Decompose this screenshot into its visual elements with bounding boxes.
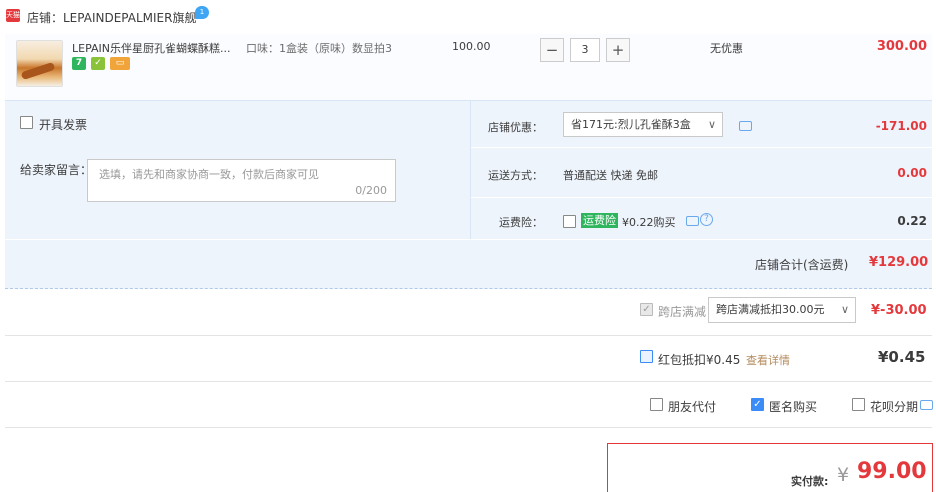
shipping-label: 运送方式： [488, 169, 543, 182]
message-label: 给卖家留言： [20, 163, 93, 177]
friend-pay-checkbox[interactable] [650, 398, 663, 411]
red-packet-label: 红包抵扣¥0.45 [658, 353, 741, 367]
insurance-checkbox[interactable] [563, 215, 576, 228]
divider [5, 427, 932, 428]
cross-store-checkbox[interactable]: ✓ [640, 303, 653, 316]
comment-icon[interactable] [920, 400, 933, 410]
shop-discount-value: 省171元:烈儿孔雀酥3盒 [571, 118, 691, 131]
shop-header: 天猫 店铺：LEPAINDEPALMIER旗舰 1 [0, 0, 936, 34]
red-packet-value: ¥0.45 [878, 348, 926, 366]
shop-discount-select[interactable]: 省171元:烈儿孔雀酥3盒 ∨ [563, 112, 723, 137]
huabei-checkbox[interactable] [852, 398, 865, 411]
huabei-label: 花呗分期 [870, 400, 919, 414]
shipping-row: 运送方式： 普通配送 快递 免邮 0.00 [471, 151, 932, 198]
insurance-label: 运费险： [499, 216, 543, 229]
message-count: 0/200 [355, 184, 387, 197]
cross-store-value: ¥-30.00 [871, 303, 927, 318]
shop-total-label: 店铺合计(含运费) [755, 258, 849, 272]
chevron-down-icon: ∨ [840, 303, 849, 316]
seller-message-input[interactable]: 选填，请先和商家协商一致，付款后商家可见 0/200 [87, 159, 396, 202]
invoice-label: 开具发票 [39, 118, 88, 132]
help-icon[interactable]: ? [700, 213, 713, 226]
quantity-input[interactable]: 3 [570, 38, 600, 62]
comment-icon[interactable] [739, 121, 752, 131]
credit-card-icon: ▭ [110, 57, 130, 70]
cross-store-select[interactable]: 跨店满减抵扣30.00元 ∨ [708, 297, 856, 323]
cart-item-row: LEPAIN乐伴星厨孔雀蝴蝶酥糕... 7 ✓ ▭ 口味：1盒装（原味）数显拍3… [5, 34, 932, 101]
anonymous-label: 匿名购买 [769, 400, 818, 414]
message-placeholder: 选填，请先和商家协商一致，付款后商家可见 [99, 168, 319, 181]
final-label: 实付款: [791, 475, 829, 488]
anonymous-checkbox[interactable]: ✓ [751, 398, 764, 411]
insurance-row: 运费险： 运费险 ¥0.22购买 ? 0.22 [471, 197, 932, 243]
shipping-method: 普通配送 快递 免邮 [563, 169, 658, 182]
insurance-price: ¥0.22购买 [622, 216, 676, 229]
insurance-tag: 运费险 [581, 213, 618, 228]
product-spec: 口味：1盒装（原味）数显拍3 [246, 42, 392, 55]
red-packet-checkbox[interactable] [640, 350, 653, 363]
final-currency: ¥ [837, 464, 850, 486]
unit-price: 100.00 [452, 40, 491, 53]
divider [5, 381, 932, 382]
shop-name[interactable]: 店铺：LEPAINDEPALMIER旗舰 [27, 9, 196, 26]
decrease-button[interactable]: − [540, 38, 564, 62]
shipping-amount: 0.00 [897, 166, 927, 180]
item-promo: 无优惠 [710, 42, 743, 55]
item-total: 300.00 [876, 39, 927, 54]
friend-pay-label: 朋友代付 [668, 400, 717, 414]
product-title[interactable]: LEPAIN乐伴星厨孔雀蝴蝶酥糕... [72, 40, 240, 56]
insurance-amount: 0.22 [897, 214, 927, 228]
order-options-right: 店铺优惠： 省171元:烈儿孔雀酥3盒 ∨ -171.00 运送方式： 普通配送… [471, 101, 932, 239]
cross-store-select-value: 跨店满减抵扣30.00元 [716, 303, 825, 316]
tmall-icon: 天猫 [6, 9, 20, 22]
shop-discount-amount: -171.00 [875, 119, 927, 133]
seven-day-return-icon: 7 [72, 57, 86, 70]
increase-button[interactable]: + [606, 38, 630, 62]
shop-discount-label: 店铺优惠： [488, 121, 543, 134]
red-packet-detail-link[interactable]: 查看详情 [746, 352, 790, 368]
divider [5, 335, 932, 336]
invoice-checkbox[interactable] [20, 116, 33, 129]
shop-discount-row: 店铺优惠： 省171元:烈儿孔雀酥3盒 ∨ -171.00 [471, 101, 932, 148]
chevron-down-icon: ∨ [707, 118, 716, 131]
shop-total-value: ¥129.00 [869, 255, 929, 270]
comment-icon[interactable] [686, 216, 699, 226]
guarantee-icon: ✓ [91, 57, 105, 70]
order-options-left: 开具发票 给卖家留言： 选填，请先和商家协商一致，付款后商家可见 0/200 [5, 101, 471, 239]
shop-total-row: 店铺合计(含运费) ¥129.00 [5, 240, 932, 289]
product-thumbnail[interactable] [16, 40, 63, 87]
cross-store-label: 跨店满减 [658, 305, 707, 319]
final-amount: 99.00 [857, 459, 927, 484]
chat-icon[interactable]: 1 [195, 6, 209, 19]
